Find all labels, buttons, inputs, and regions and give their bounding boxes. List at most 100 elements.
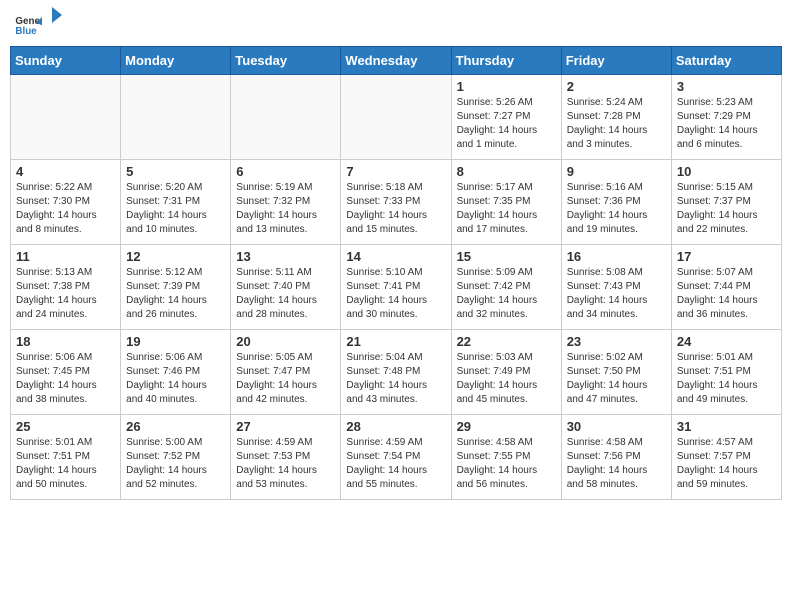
day-number: 20 xyxy=(236,334,335,349)
calendar: SundayMondayTuesdayWednesdayThursdayFrid… xyxy=(10,46,782,500)
day-cell xyxy=(231,75,341,160)
day-info: Sunrise: 5:17 AMSunset: 7:35 PMDaylight:… xyxy=(457,181,556,237)
day-cell: 17 Sunrise: 5:07 AMSunset: 7:44 PMDayligh… xyxy=(671,245,781,330)
day-number: 11 xyxy=(16,249,115,264)
day-number: 5 xyxy=(126,164,225,179)
day-info: Sunrise: 4:59 AMSunset: 7:53 PMDaylight:… xyxy=(236,436,335,492)
day-info: Sunrise: 5:15 AMSunset: 7:37 PMDaylight:… xyxy=(677,181,776,237)
week-row-4: 18 Sunrise: 5:06 AMSunset: 7:45 PMDayligh… xyxy=(11,330,782,415)
day-number: 15 xyxy=(457,249,556,264)
day-number: 12 xyxy=(126,249,225,264)
day-number: 26 xyxy=(126,419,225,434)
day-cell: 4 Sunrise: 5:22 AMSunset: 7:30 PMDaylight… xyxy=(11,160,121,245)
day-number: 19 xyxy=(126,334,225,349)
day-cell: 24Sunrise: 5:01 AMSunset: 7:51 PMDayligh… xyxy=(671,330,781,415)
day-cell: 29 Sunrise: 4:58 AMSunset: 7:55 PMDayligh… xyxy=(451,415,561,500)
day-info: Sunrise: 4:58 AMSunset: 7:55 PMDaylight:… xyxy=(457,436,556,492)
svg-text:Blue: Blue xyxy=(15,26,37,37)
day-number: 3 xyxy=(677,79,776,94)
day-number: 17 xyxy=(677,249,776,264)
day-number: 1 xyxy=(457,79,556,94)
day-cell: 19 Sunrise: 5:06 AMSunset: 7:46 PMDayligh… xyxy=(121,330,231,415)
day-cell: 11 Sunrise: 5:13 AMSunset: 7:38 PMDayligh… xyxy=(11,245,121,330)
week-row-1: 1Sunrise: 5:26 AMSunset: 7:27 PMDaylight… xyxy=(11,75,782,160)
day-cell: 10 Sunrise: 5:15 AMSunset: 7:37 PMDayligh… xyxy=(671,160,781,245)
day-info: Sunrise: 4:57 AMSunset: 7:57 PMDaylight:… xyxy=(677,436,776,492)
day-number: 30 xyxy=(567,419,666,434)
day-cell: 28 Sunrise: 4:59 AMSunset: 7:54 PMDayligh… xyxy=(341,415,451,500)
day-cell: 26 Sunrise: 5:00 AMSunset: 7:52 PMDayligh… xyxy=(121,415,231,500)
day-cell: 27 Sunrise: 4:59 AMSunset: 7:53 PMDayligh… xyxy=(231,415,341,500)
header: General Blue xyxy=(10,10,782,38)
day-cell: 21Sunrise: 5:04 AMSunset: 7:48 PMDayligh… xyxy=(341,330,451,415)
day-info: Sunrise: 5:01 AMSunset: 7:51 PMDaylight:… xyxy=(677,351,776,407)
day-info: Sunrise: 5:03 AMSunset: 7:49 PMDaylight:… xyxy=(457,351,556,407)
day-info: Sunrise: 5:06 AMSunset: 7:45 PMDaylight:… xyxy=(16,351,115,407)
day-header-saturday: Saturday xyxy=(671,47,781,75)
day-number: 21 xyxy=(346,334,445,349)
day-info: Sunrise: 5:07 AMSunset: 7:44 PMDaylight:… xyxy=(677,266,776,322)
day-header-tuesday: Tuesday xyxy=(231,47,341,75)
day-info: Sunrise: 5:24 AMSunset: 7:28 PMDaylight:… xyxy=(567,96,666,152)
logo: General Blue xyxy=(14,10,62,38)
day-cell: 15Sunrise: 5:09 AMSunset: 7:42 PMDayligh… xyxy=(451,245,561,330)
day-number: 13 xyxy=(236,249,335,264)
week-row-2: 4 Sunrise: 5:22 AMSunset: 7:30 PMDaylight… xyxy=(11,160,782,245)
day-number: 8 xyxy=(457,164,556,179)
logo-icon: General Blue xyxy=(14,10,42,38)
day-info: Sunrise: 5:11 AMSunset: 7:40 PMDaylight:… xyxy=(236,266,335,322)
day-cell: 30 Sunrise: 4:58 AMSunset: 7:56 PMDayligh… xyxy=(561,415,671,500)
day-info: Sunrise: 5:20 AMSunset: 7:31 PMDaylight:… xyxy=(126,181,225,237)
day-number: 4 xyxy=(16,164,115,179)
day-number: 23 xyxy=(567,334,666,349)
day-info: Sunrise: 4:58 AMSunset: 7:56 PMDaylight:… xyxy=(567,436,666,492)
day-cell: 5 Sunrise: 5:20 AMSunset: 7:31 PMDaylight… xyxy=(121,160,231,245)
day-number: 10 xyxy=(677,164,776,179)
day-info: Sunrise: 5:01 AMSunset: 7:51 PMDaylight:… xyxy=(16,436,115,492)
day-info: Sunrise: 5:08 AMSunset: 7:43 PMDaylight:… xyxy=(567,266,666,322)
day-cell: 9 Sunrise: 5:16 AMSunset: 7:36 PMDaylight… xyxy=(561,160,671,245)
day-cell xyxy=(121,75,231,160)
day-number: 28 xyxy=(346,419,445,434)
day-cell: 22 Sunrise: 5:03 AMSunset: 7:49 PMDayligh… xyxy=(451,330,561,415)
day-info: Sunrise: 5:23 AMSunset: 7:29 PMDaylight:… xyxy=(677,96,776,152)
day-number: 9 xyxy=(567,164,666,179)
day-cell: 16 Sunrise: 5:08 AMSunset: 7:43 PMDayligh… xyxy=(561,245,671,330)
day-number: 31 xyxy=(677,419,776,434)
week-row-3: 11 Sunrise: 5:13 AMSunset: 7:38 PMDayligh… xyxy=(11,245,782,330)
day-cell: 2 Sunrise: 5:24 AMSunset: 7:28 PMDaylight… xyxy=(561,75,671,160)
day-header-monday: Monday xyxy=(121,47,231,75)
day-cell xyxy=(11,75,121,160)
week-row-5: 25 Sunrise: 5:01 AMSunset: 7:51 PMDayligh… xyxy=(11,415,782,500)
day-number: 6 xyxy=(236,164,335,179)
day-cell: 31 Sunrise: 4:57 AMSunset: 7:57 PMDayligh… xyxy=(671,415,781,500)
day-info: Sunrise: 5:06 AMSunset: 7:46 PMDaylight:… xyxy=(126,351,225,407)
day-number: 25 xyxy=(16,419,115,434)
day-cell: 18 Sunrise: 5:06 AMSunset: 7:45 PMDayligh… xyxy=(11,330,121,415)
day-info: Sunrise: 5:05 AMSunset: 7:47 PMDaylight:… xyxy=(236,351,335,407)
day-header-sunday: Sunday xyxy=(11,47,121,75)
day-header-thursday: Thursday xyxy=(451,47,561,75)
day-info: Sunrise: 5:19 AMSunset: 7:32 PMDaylight:… xyxy=(236,181,335,237)
day-header-friday: Friday xyxy=(561,47,671,75)
day-info: Sunrise: 5:00 AMSunset: 7:52 PMDaylight:… xyxy=(126,436,225,492)
day-number: 16 xyxy=(567,249,666,264)
day-number: 2 xyxy=(567,79,666,94)
day-cell: 23Sunrise: 5:02 AMSunset: 7:50 PMDayligh… xyxy=(561,330,671,415)
day-cell: 13 Sunrise: 5:11 AMSunset: 7:40 PMDayligh… xyxy=(231,245,341,330)
day-info: Sunrise: 5:16 AMSunset: 7:36 PMDaylight:… xyxy=(567,181,666,237)
day-info: Sunrise: 5:22 AMSunset: 7:30 PMDaylight:… xyxy=(16,181,115,237)
day-cell: 25 Sunrise: 5:01 AMSunset: 7:51 PMDayligh… xyxy=(11,415,121,500)
day-cell: 6 Sunrise: 5:19 AMSunset: 7:32 PMDaylight… xyxy=(231,160,341,245)
day-info: Sunrise: 5:13 AMSunset: 7:38 PMDaylight:… xyxy=(16,266,115,322)
day-cell: 14Sunrise: 5:10 AMSunset: 7:41 PMDayligh… xyxy=(341,245,451,330)
day-info: Sunrise: 5:18 AMSunset: 7:33 PMDaylight:… xyxy=(346,181,445,237)
day-number: 18 xyxy=(16,334,115,349)
logo-flag-icon xyxy=(42,7,62,37)
day-number: 29 xyxy=(457,419,556,434)
day-info: Sunrise: 5:12 AMSunset: 7:39 PMDaylight:… xyxy=(126,266,225,322)
day-number: 22 xyxy=(457,334,556,349)
day-header-wednesday: Wednesday xyxy=(341,47,451,75)
day-info: Sunrise: 4:59 AMSunset: 7:54 PMDaylight:… xyxy=(346,436,445,492)
day-number: 27 xyxy=(236,419,335,434)
